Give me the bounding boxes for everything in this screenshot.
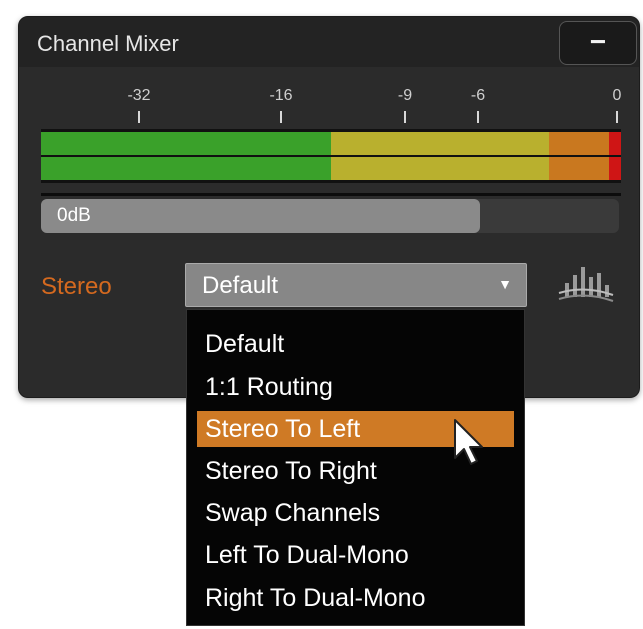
gain-slider-fill xyxy=(41,199,481,233)
equalizer-icon[interactable] xyxy=(555,261,615,309)
scale-label: -6 xyxy=(470,87,486,104)
collapse-button[interactable]: − xyxy=(559,21,637,65)
panel-titlebar: Channel Mixer − xyxy=(19,17,639,67)
menu-item-left-to-dual-mono[interactable]: Left To Dual-Mono xyxy=(197,537,514,573)
stereo-label: Stereo xyxy=(41,273,112,300)
menu-item-default[interactable]: Default xyxy=(197,326,514,362)
scale-tick xyxy=(616,111,618,123)
scale-tick xyxy=(138,111,140,123)
menu-item-1-1-routing[interactable]: 1:1 Routing xyxy=(197,369,514,405)
stereo-mode-select[interactable]: Default ▼ xyxy=(185,263,527,307)
menu-item-right-to-dual-mono[interactable]: Right To Dual-Mono xyxy=(197,580,514,616)
scale-label: -16 xyxy=(269,87,293,104)
menu-item-swap-channels[interactable]: Swap Channels xyxy=(197,495,514,531)
level-meter xyxy=(41,129,621,183)
right-channel-meter xyxy=(41,157,621,180)
mouse-cursor-icon xyxy=(454,419,483,465)
gain-slider[interactable]: 0dB xyxy=(41,199,619,233)
scale-label: 0 xyxy=(612,87,622,104)
left-channel-meter xyxy=(41,132,621,155)
gain-value: 0dB xyxy=(57,205,91,226)
dropdown-arrow-icon: ▼ xyxy=(498,276,512,292)
meter-scale: -32 -16 -9 -6 0 xyxy=(41,87,621,127)
scale-tick xyxy=(477,111,479,123)
stereo-mode-value: Default xyxy=(202,272,279,299)
scale-tick xyxy=(404,111,406,123)
scale-label: -9 xyxy=(397,87,413,104)
panel-title: Channel Mixer xyxy=(37,31,179,56)
scale-tick xyxy=(280,111,282,123)
collapse-icon: − xyxy=(589,26,607,57)
meter-divider xyxy=(41,193,621,196)
scale-label: -32 xyxy=(127,87,151,104)
